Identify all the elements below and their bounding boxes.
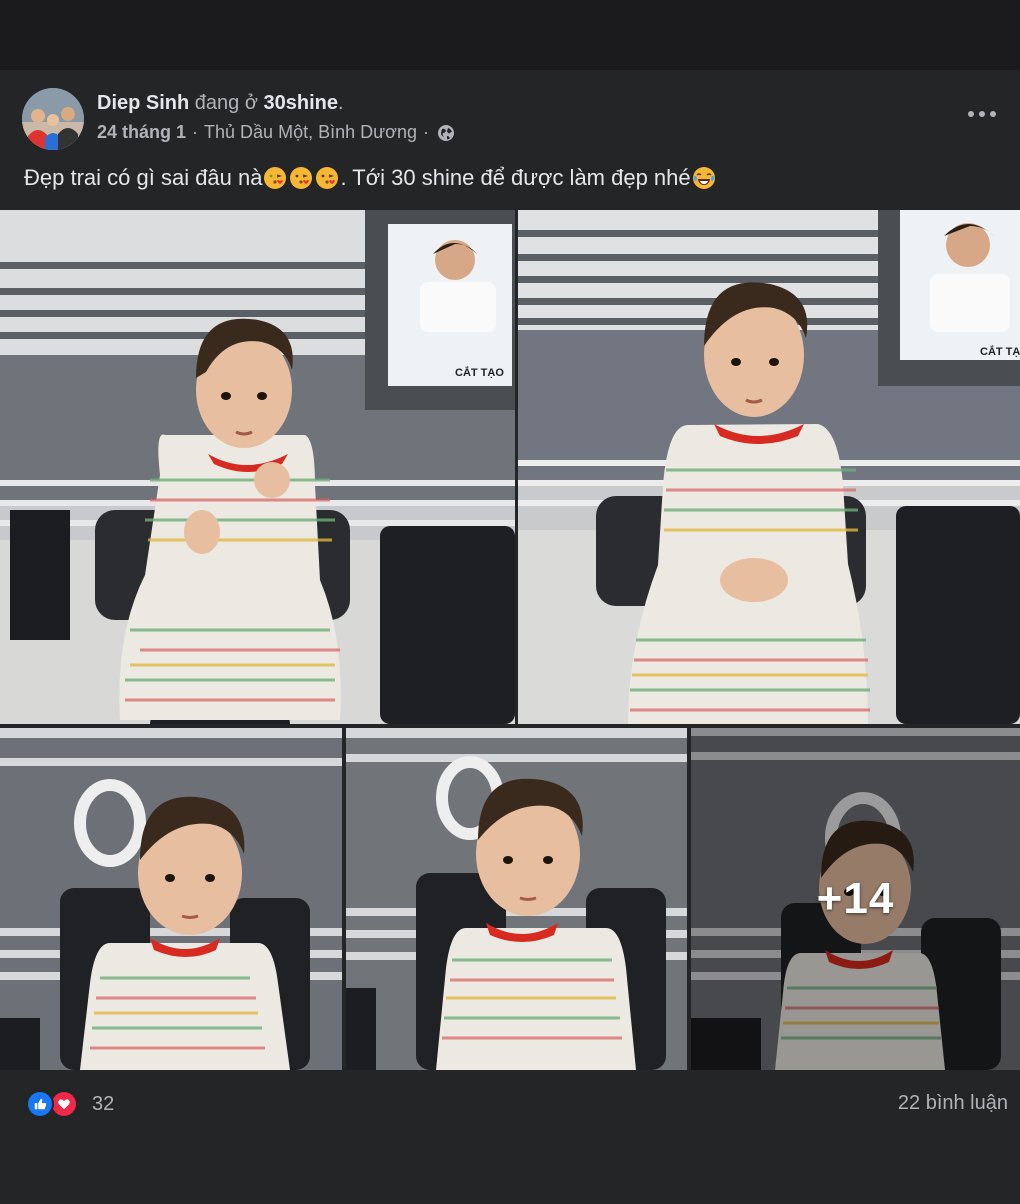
post-text-part1: Đẹp trai có gì sai đâu nà xyxy=(24,165,263,190)
child-haircut-photo xyxy=(346,728,687,1070)
comments-count-link[interactable]: 22 bình luận xyxy=(898,1092,1008,1115)
child-haircut-photo xyxy=(0,728,342,1070)
post-text: Đẹp trai có gì sai đâu nà . Tới 30 shine… xyxy=(24,165,717,191)
more-photos-count: +14 xyxy=(816,874,895,923)
author-line: Diep Sinh đang ở 30shine. xyxy=(97,92,344,114)
child-haircut-photo: CẮT TẠO xyxy=(0,210,515,724)
svg-text:CẮT TẠO: CẮT TẠO xyxy=(455,366,504,379)
reaction-count: 32 xyxy=(92,1092,115,1115)
face-blowing-kiss-emoji xyxy=(316,167,339,189)
post-photo-3[interactable] xyxy=(0,728,342,1070)
post-photo-2[interactable]: CẮT TẠO xyxy=(518,210,1020,724)
more-photos-overlay[interactable]: +14 xyxy=(691,728,1020,1070)
post-location[interactable]: Thủ Dầu Một, Bình Dương xyxy=(204,122,417,143)
dot-icon xyxy=(979,111,985,117)
post-meta: 24 tháng 1 · Thủ Dầu Một, Bình Dương · xyxy=(97,122,455,143)
love-icon xyxy=(50,1090,78,1118)
post-card: Diep Sinh đang ở 30shine. 24 tháng 1 · T… xyxy=(0,70,1020,1204)
child-haircut-photo: CẮT TẠO xyxy=(518,210,1020,724)
post-photo-5-more[interactable]: +14 xyxy=(691,728,1020,1070)
checkin-place[interactable]: 30shine xyxy=(264,92,338,114)
more-options-button[interactable] xyxy=(968,106,996,122)
dot-icon xyxy=(968,111,974,117)
post-photo-1[interactable]: CẮT TẠO xyxy=(0,210,515,724)
post-date[interactable]: 24 tháng 1 xyxy=(97,122,186,143)
checkin-text: đang ở xyxy=(194,92,258,114)
post-text-part2: . Tới 30 shine để được làm đẹp nhé xyxy=(340,165,691,190)
reactions-summary[interactable]: 32 xyxy=(26,1090,114,1118)
face-blowing-kiss-emoji xyxy=(264,167,287,189)
svg-text:CẮT TẠO: CẮT TẠO xyxy=(980,345,1020,358)
like-icon xyxy=(26,1090,54,1118)
top-band xyxy=(0,0,1020,70)
author-name[interactable]: Diep Sinh xyxy=(97,92,189,114)
face-with-tears-of-joy-emoji xyxy=(692,167,715,189)
dot-icon xyxy=(990,111,996,117)
post-photo-4[interactable] xyxy=(346,728,687,1070)
globe-icon[interactable] xyxy=(437,124,455,142)
author-avatar[interactable] xyxy=(22,88,84,150)
face-blowing-kiss-emoji xyxy=(290,167,313,189)
